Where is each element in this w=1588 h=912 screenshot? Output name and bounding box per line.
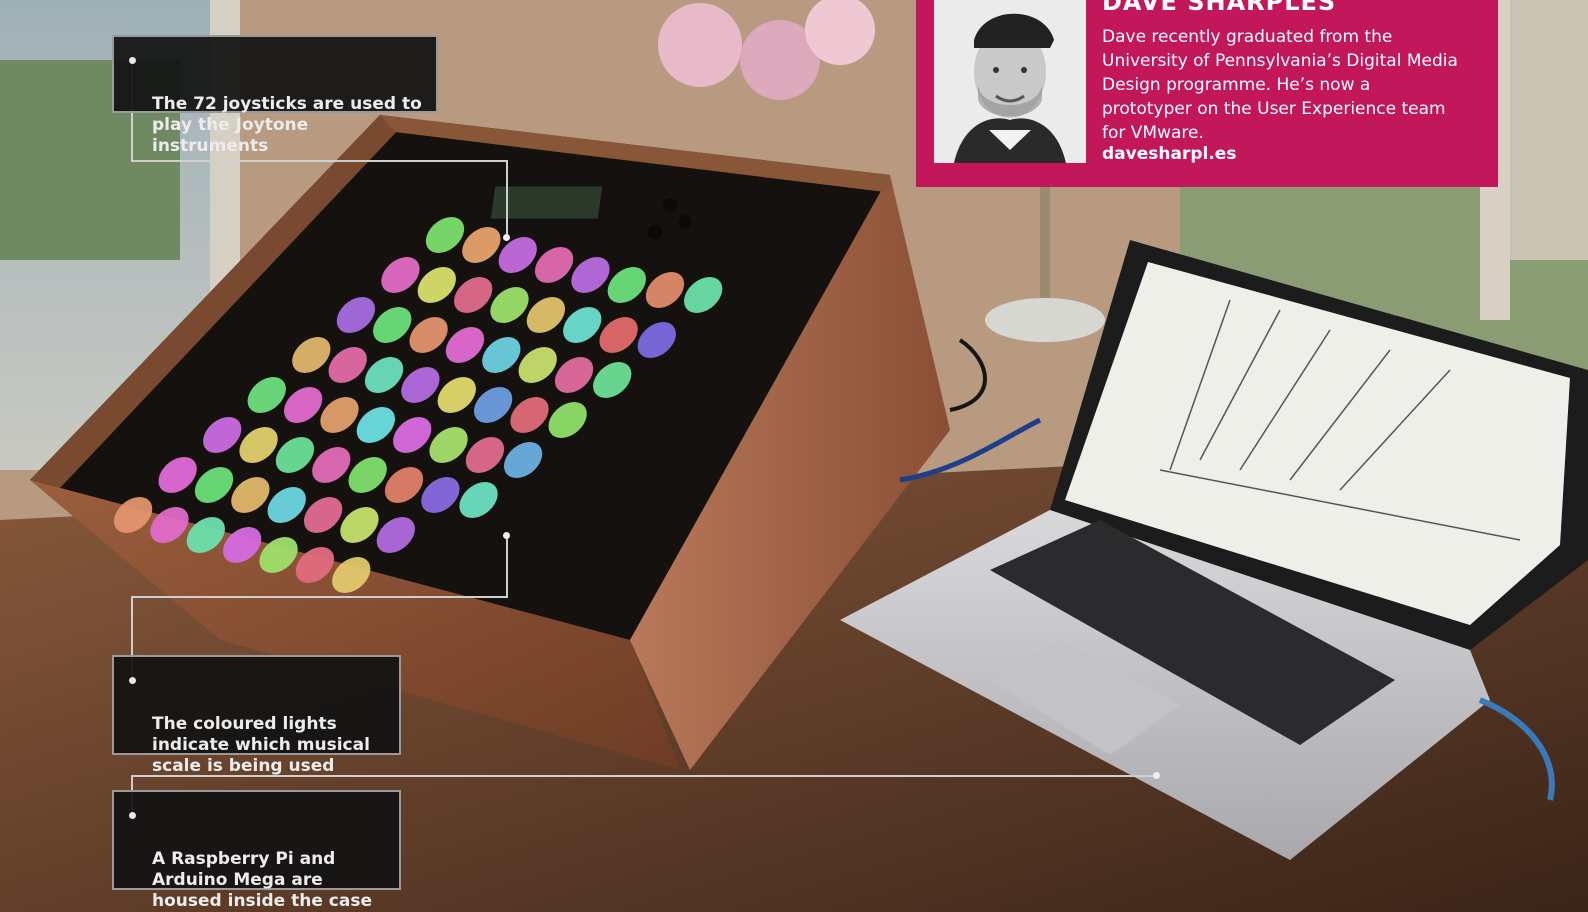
leader-line-joysticks-v2 <box>506 160 508 238</box>
bullet-dot <box>129 812 136 819</box>
leader-line-joysticks-h <box>131 160 508 162</box>
leader-line-lights-h <box>131 596 508 598</box>
leader-dot-hardware <box>1153 772 1160 779</box>
leader-dot-lights <box>503 532 510 539</box>
callout-hardware-text: A Raspberry Pi and Arduino Mega are hous… <box>152 849 372 911</box>
author-bio-text: Dave recently graduated from the Univers… <box>1102 27 1458 143</box>
callout-joysticks: The 72 joysticks are used to play the Jo… <box>112 35 438 156</box>
callout-lights: The coloured lights indicate which music… <box>112 655 401 776</box>
bullet-dot <box>129 57 136 64</box>
leader-line-lights-v1 <box>506 535 508 597</box>
author-portrait <box>934 0 1086 163</box>
author-name: DAVE SHARPLES <box>1102 0 1337 16</box>
author-bio-box: DAVE SHARPLES Dave recently graduated fr… <box>916 0 1498 187</box>
leader-dot-joysticks <box>503 234 510 241</box>
author-website-link[interactable]: davesharpl.es <box>1102 144 1236 164</box>
callout-hardware: A Raspberry Pi and Arduino Mega are hous… <box>112 790 401 911</box>
bullet-dot <box>129 677 136 684</box>
